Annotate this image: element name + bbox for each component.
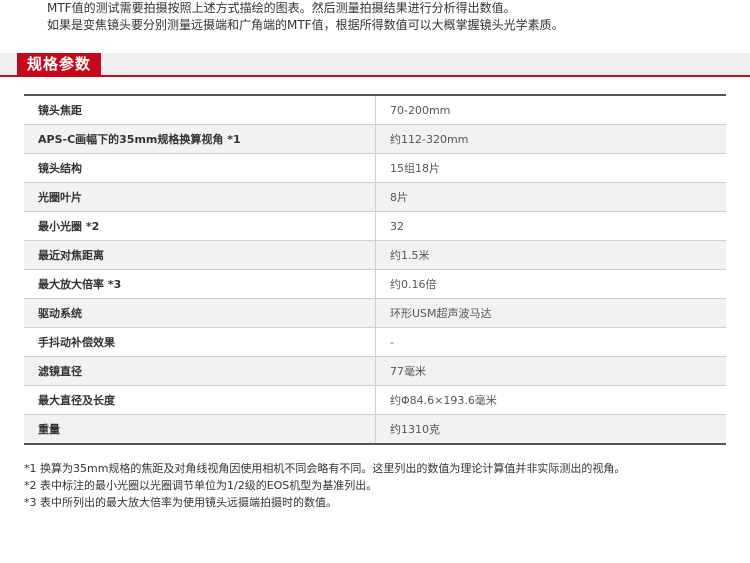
- spec-label: 最大直径及长度: [24, 385, 376, 415]
- spec-value: 8片: [375, 182, 726, 212]
- spec-label: 滤镜直径: [24, 356, 376, 386]
- spec-value: 环形USM超声波马达: [375, 298, 726, 328]
- spec-value: 70-200mm: [375, 95, 726, 125]
- table-row: 光圈叶片 8片: [24, 182, 726, 212]
- specs-table: 镜头焦距 70-200mm APS-C画幅下的35mm规格换算视角 *1 约11…: [24, 94, 726, 445]
- footnote-2: *2 表中标注的最小光圈以光圈调节单位为1/2级的EOS机型为基准列出。: [24, 479, 378, 492]
- spec-label: 最大放大倍率 *3: [24, 269, 376, 299]
- spec-value: 约112-320mm: [375, 124, 726, 154]
- spec-value: 约1.5米: [375, 240, 726, 270]
- footnote-1: *1 换算为35mm规格的焦距及对角线视角因使用相机不同会略有不同。这里列出的数…: [24, 462, 626, 475]
- spec-label: 重量: [24, 414, 376, 444]
- spec-label: 光圈叶片: [24, 182, 376, 212]
- spec-label: 最近对焦距离: [24, 240, 376, 270]
- spec-value: 约0.16倍: [375, 269, 726, 299]
- intro-line-2: 如果是变焦镜头要分别测量远摄端和广角端的MTF值，根据所得数值可以大概掌握镜头光…: [47, 18, 564, 32]
- footnotes: *1 换算为35mm规格的焦距及对角线视角因使用相机不同会略有不同。这里列出的数…: [24, 460, 734, 511]
- spec-label: 最小光圈 *2: [24, 211, 376, 241]
- table-row: 最小光圈 *2 32: [24, 211, 726, 241]
- table-row: 滤镜直径 77毫米: [24, 356, 726, 386]
- spec-label: APS-C画幅下的35mm规格换算视角 *1: [24, 124, 376, 154]
- table-row: 手抖动补偿效果 -: [24, 327, 726, 357]
- spec-label: 镜头结构: [24, 153, 376, 183]
- table-row: 重量 约1310克: [24, 414, 726, 444]
- intro-text: MTF值的测试需要拍摄按照上述方式描绘的图表。然后测量拍摄结果进行分析得出数值。…: [47, 0, 737, 34]
- spec-label: 驱动系统: [24, 298, 376, 328]
- table-row: 最大放大倍率 *3 约0.16倍: [24, 269, 726, 299]
- table-row: APS-C画幅下的35mm规格换算视角 *1 约112-320mm: [24, 124, 726, 154]
- spec-value: 32: [375, 211, 726, 241]
- spec-value: 约Φ84.6×193.6毫米: [375, 385, 726, 415]
- table-row: 最近对焦距离 约1.5米: [24, 240, 726, 270]
- spec-value: 15组18片: [375, 153, 726, 183]
- table-row: 最大直径及长度 约Φ84.6×193.6毫米: [24, 385, 726, 415]
- spec-value: -: [375, 327, 726, 357]
- spec-value: 约1310克: [375, 414, 726, 444]
- spec-value: 77毫米: [375, 356, 726, 386]
- intro-line-1: MTF值的测试需要拍摄按照上述方式描绘的图表。然后测量拍摄结果进行分析得出数值。: [47, 1, 516, 15]
- section-header-bar: 规格参数: [0, 53, 750, 77]
- spec-label: 手抖动补偿效果: [24, 327, 376, 357]
- table-row: 镜头结构 15组18片: [24, 153, 726, 183]
- section-title: 规格参数: [17, 53, 102, 75]
- footnote-3: *3 表中所列出的最大放大倍率为使用镜头远摄端拍摄时的数值。: [24, 496, 337, 509]
- spec-label: 镜头焦距: [24, 95, 376, 125]
- table-row: 镜头焦距 70-200mm: [24, 95, 726, 125]
- table-row: 驱动系统 环形USM超声波马达: [24, 298, 726, 328]
